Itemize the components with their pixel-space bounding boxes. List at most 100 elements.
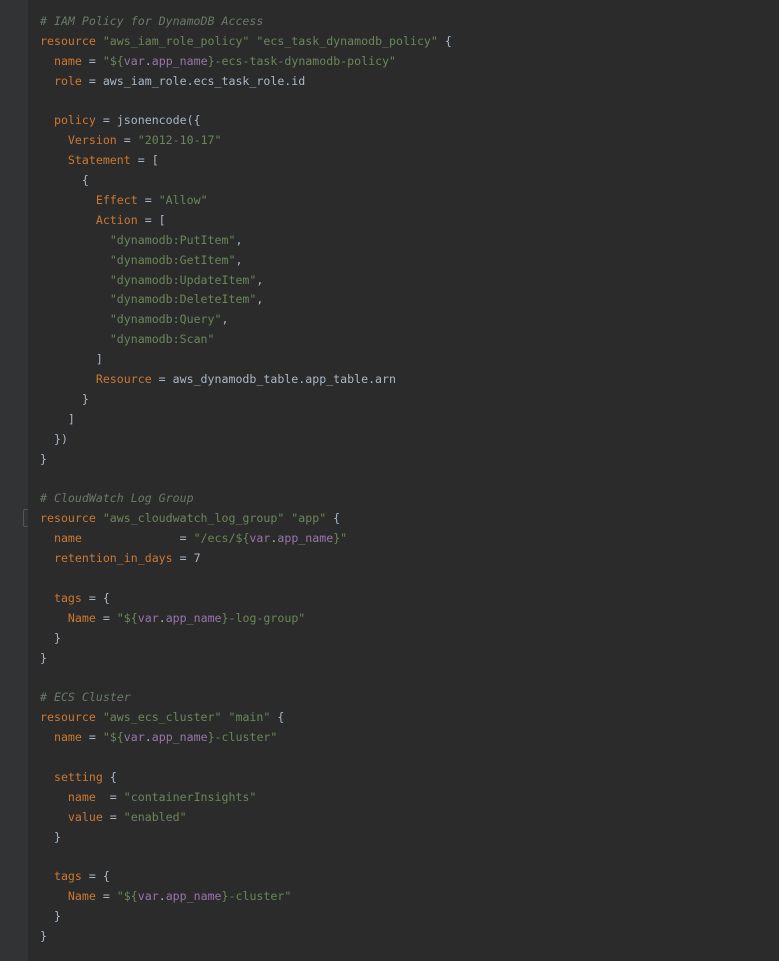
code-line[interactable]: Action = [ xyxy=(40,211,779,231)
fold-marker-icon[interactable] xyxy=(23,509,28,527)
code-line[interactable]: "dynamodb:DeleteItem", xyxy=(40,290,779,310)
code-line[interactable]: name = "/ecs/${var.app_name}" xyxy=(40,529,779,549)
code-token: { xyxy=(437,33,452,48)
code-line[interactable]: Version = "2012-10-17" xyxy=(40,131,779,151)
code-token: = aws_iam_role.ecs_task_role.id xyxy=(81,73,306,88)
code-token: } xyxy=(40,829,61,844)
code-token: } xyxy=(40,630,61,645)
code-token: role xyxy=(53,73,82,88)
code-token: resource xyxy=(40,511,96,526)
code-line[interactable]: "dynamodb:PutItem", xyxy=(40,231,779,251)
code-line[interactable]: Name = "${var.app_name}-log-group" xyxy=(40,609,779,629)
code-line[interactable]: resource "aws_ecs_cluster" "main" { xyxy=(40,708,779,728)
code-line[interactable]: # CloudWatch Log Group xyxy=(40,489,779,509)
code-line[interactable]: # ECS Cluster xyxy=(40,688,779,708)
code-token: = [ xyxy=(137,212,166,227)
code-line[interactable]: Statement = [ xyxy=(40,151,779,171)
code-line[interactable] xyxy=(40,92,779,112)
code-line[interactable]: resource "aws_iam_role_policy" "ecs_task… xyxy=(40,32,779,52)
code-line[interactable]: Resource = aws_dynamodb_table.app_table.… xyxy=(40,370,779,390)
code-line[interactable]: ] xyxy=(40,410,779,430)
code-line[interactable]: name = "containerInsights" xyxy=(40,788,779,808)
code-token: ] xyxy=(40,352,103,367)
code-line[interactable]: tags = { xyxy=(40,589,779,609)
code-token: , xyxy=(256,272,264,287)
code-line[interactable]: resource "aws_cloudwatch_log_group" "app… xyxy=(40,509,779,529)
code-token: "aws_cloudwatch_log_group" xyxy=(102,511,285,526)
code-token: "app" xyxy=(291,511,327,526)
code-line[interactable]: name = "${var.app_name}-ecs-task-dynamod… xyxy=(40,52,779,72)
code-line[interactable] xyxy=(40,569,779,589)
code-line[interactable]: ] xyxy=(40,350,779,370)
code-token: = xyxy=(95,889,117,904)
code-line[interactable]: Name = "${var.app_name}-cluster" xyxy=(40,887,779,907)
code-line[interactable]: { xyxy=(40,171,779,191)
code-token: "${ xyxy=(116,610,138,625)
code-area[interactable]: # IAM Policy for DynamoDB Access resource… xyxy=(40,12,779,947)
code-token: = xyxy=(95,610,117,625)
code-token: policy xyxy=(53,113,96,128)
code-token: "dynamodb:UpdateItem" xyxy=(109,272,257,287)
code-line[interactable]: } xyxy=(40,649,779,669)
code-token: = xyxy=(102,809,124,824)
code-token: name xyxy=(53,730,82,745)
code-line[interactable]: "dynamodb:Scan" xyxy=(40,330,779,350)
code-line[interactable]: policy = jsonencode({ xyxy=(40,111,779,131)
code-token: = { xyxy=(81,590,110,605)
code-token: , xyxy=(221,312,229,327)
code-line[interactable]: name = "${var.app_name}-cluster" xyxy=(40,728,779,748)
code-token: Effect xyxy=(95,193,138,208)
code-line[interactable]: tags = { xyxy=(40,867,779,887)
code-line[interactable]: # IAM Policy for DynamoDB Access xyxy=(40,12,779,32)
code-token: . xyxy=(144,53,152,68)
code-line[interactable]: "dynamodb:UpdateItem", xyxy=(40,271,779,291)
code-token: { xyxy=(102,769,117,784)
code-token: . xyxy=(158,889,166,904)
code-token: = 7 xyxy=(172,551,201,566)
code-token: setting xyxy=(53,769,103,784)
code-line[interactable]: "dynamodb:Query", xyxy=(40,310,779,330)
code-line[interactable] xyxy=(40,847,779,867)
code-line[interactable]: Effect = "Allow" xyxy=(40,191,779,211)
code-token: "2012-10-17" xyxy=(137,133,222,148)
code-token: Name xyxy=(67,610,96,625)
code-token: app_name xyxy=(165,889,222,904)
code-token: var xyxy=(137,889,159,904)
code-line[interactable]: } xyxy=(40,907,779,927)
code-token: "${ xyxy=(102,53,124,68)
code-editor[interactable]: # IAM Policy for DynamoDB Access resource… xyxy=(0,0,779,961)
code-token: "containerInsights" xyxy=(123,789,257,804)
code-token: tags xyxy=(53,869,82,884)
code-line[interactable]: } xyxy=(40,828,779,848)
code-line[interactable]: setting { xyxy=(40,768,779,788)
code-line[interactable]: } xyxy=(40,390,779,410)
code-line[interactable]: } xyxy=(40,629,779,649)
code-token: = [ xyxy=(130,153,159,168)
code-token: = xyxy=(137,193,159,208)
code-line[interactable]: } xyxy=(40,927,779,947)
code-token: Version xyxy=(67,133,117,148)
code-line[interactable] xyxy=(40,748,779,768)
code-line[interactable]: role = aws_iam_role.ecs_task_role.id xyxy=(40,72,779,92)
code-line[interactable] xyxy=(40,668,779,688)
code-token: tags xyxy=(53,590,82,605)
code-token: var xyxy=(123,730,145,745)
code-line[interactable]: retention_in_days = 7 xyxy=(40,549,779,569)
code-token: = xyxy=(81,730,103,745)
code-token: # ECS Cluster xyxy=(40,690,131,705)
code-line[interactable]: "dynamodb:GetItem", xyxy=(40,251,779,271)
code-line[interactable]: value = "enabled" xyxy=(40,808,779,828)
code-line[interactable] xyxy=(40,469,779,489)
code-line[interactable]: }) xyxy=(40,430,779,450)
code-token: "dynamodb:Query" xyxy=(109,312,222,327)
code-line[interactable]: } xyxy=(40,450,779,470)
code-token: }) xyxy=(40,431,68,446)
